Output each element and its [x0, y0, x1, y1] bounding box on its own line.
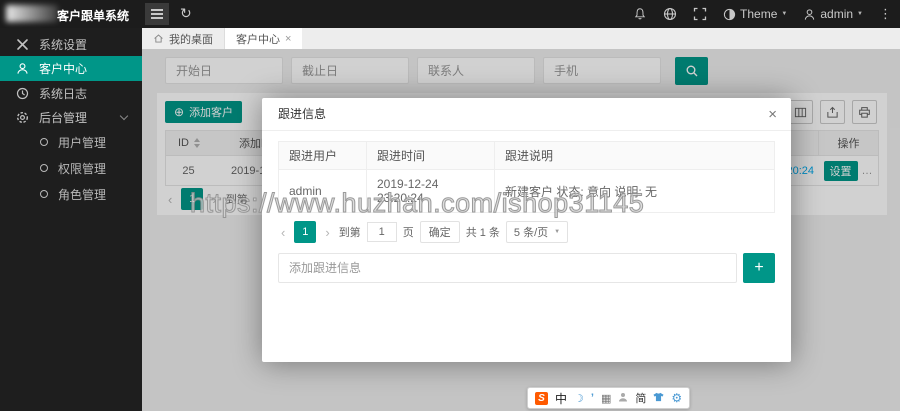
- sidebar: 系统设置 客户中心 系统日志 后台管理 用户管理 权限管理 角色管理: [0, 28, 142, 411]
- cell-user: admin: [278, 169, 367, 213]
- follow-up-modal: 跟进信息 × 跟进用户 跟进时间 跟进说明 admin 2019-12-24 2…: [262, 98, 791, 362]
- confirm-page-button[interactable]: 确定: [419, 221, 460, 243]
- refresh-icon[interactable]: ↻: [180, 5, 192, 22]
- chinese-mode-icon[interactable]: 中: [555, 390, 567, 407]
- goto-label: 到第: [338, 227, 361, 239]
- punctuation-icon[interactable]: ’: [591, 392, 594, 404]
- follow-up-table: 跟进用户 跟进时间 跟进说明 admin 2019-12-24 23:20:24…: [278, 141, 775, 213]
- close-modal-icon[interactable]: ×: [768, 106, 777, 123]
- gear-icon[interactable]: ⚙: [671, 391, 682, 405]
- prev-page-icon[interactable]: ‹: [278, 225, 288, 240]
- page-unit-label: 页: [402, 227, 414, 239]
- modal-pagination: ‹ 1 › 到第 页 确定 共 1 条 5 条/页 ▼: [278, 221, 775, 243]
- person-icon[interactable]: [618, 389, 628, 407]
- follow-up-row: admin 2019-12-24 23:20:24 新建客户 状态: 意向 说明…: [278, 169, 775, 213]
- sidebar-subitem-label: 用户管理: [58, 135, 107, 150]
- sogou-logo-icon[interactable]: S: [535, 391, 548, 405]
- sidebar-item-backend-admin[interactable]: 后台管理: [0, 105, 142, 129]
- sidebar-subitem-label: 角色管理: [58, 187, 107, 202]
- gear-icon: [15, 111, 29, 124]
- cell-time: 2019-12-24 23:20:24: [366, 169, 495, 213]
- top-header: 客户跟单系统 ↻ Theme ▼ admin ▼ ⋮: [0, 0, 900, 28]
- current-page[interactable]: 1: [294, 221, 317, 243]
- tab-label: 我的桌面: [169, 33, 213, 46]
- user-icon: [805, 8, 815, 20]
- home-icon: [154, 34, 163, 43]
- add-follow-up-row: +: [278, 253, 775, 283]
- tab-desktop[interactable]: 我的桌面: [142, 28, 225, 49]
- hamburger-bars: [151, 13, 163, 15]
- modal-title: 跟进信息: [262, 98, 791, 131]
- more-menu-icon[interactable]: ⋮: [879, 6, 892, 22]
- column-header-user: 跟进用户: [278, 141, 367, 170]
- logo-blur: [6, 5, 58, 22]
- sidebar-subitem-user-management[interactable]: 用户管理: [0, 129, 142, 155]
- follow-up-header-row: 跟进用户 跟进时间 跟进说明: [278, 141, 775, 170]
- sidebar-subitem-permission-management[interactable]: 权限管理: [0, 155, 142, 181]
- sidebar-subitem-label: 权限管理: [58, 161, 107, 176]
- sidebar-item-label: 后台管理: [39, 110, 88, 125]
- user-menu[interactable]: admin ▼: [803, 7, 863, 21]
- ime-toolbar: S 中 ☽ ’ ▦ 简 ⚙: [527, 387, 691, 409]
- per-page-value: 5 条/页: [513, 227, 549, 239]
- chevron-down-icon: [119, 111, 129, 121]
- column-header-time: 跟进时间: [366, 141, 495, 170]
- collapse-menu-icon[interactable]: [145, 3, 169, 25]
- keyboard-icon[interactable]: ▦: [601, 392, 611, 405]
- cell-desc: 新建客户 状态: 意向 说明: 无: [494, 169, 775, 213]
- fullscreen-icon[interactable]: [693, 7, 707, 21]
- total-count-label: 共 1 条: [465, 227, 500, 239]
- per-page-select[interactable]: 5 条/页 ▼: [505, 221, 569, 243]
- theme-menu[interactable]: Theme ▼: [723, 7, 787, 21]
- sidebar-item-system-settings[interactable]: 系统设置: [0, 32, 142, 56]
- user-label: admin: [820, 7, 854, 21]
- moon-icon[interactable]: ☽: [574, 392, 584, 405]
- close-tab-icon[interactable]: ×: [285, 33, 291, 45]
- chevron-down-icon: ▼: [781, 11, 788, 17]
- column-header-desc: 跟进说明: [494, 141, 775, 170]
- bell-icon[interactable]: [633, 7, 647, 21]
- tab-customer-center[interactable]: 客户中心 ×: [225, 28, 303, 49]
- globe-icon[interactable]: [663, 7, 677, 21]
- modal-body: 跟进用户 跟进时间 跟进说明 admin 2019-12-24 23:20:24…: [262, 131, 791, 283]
- next-page-icon[interactable]: ›: [322, 225, 332, 240]
- circle-icon: [40, 138, 48, 146]
- goto-page-input[interactable]: [366, 222, 397, 242]
- tab-label: 客户中心: [236, 33, 280, 46]
- tab-bar: 我的桌面 客户中心 ×: [142, 28, 900, 49]
- sidebar-item-label: 客户中心: [39, 62, 88, 76]
- skin-icon[interactable]: [653, 389, 664, 407]
- add-follow-up-input[interactable]: [278, 253, 737, 283]
- header-actions: Theme ▼ admin ▼ ⋮: [633, 0, 892, 28]
- app-title: 客户跟单系统: [57, 9, 130, 23]
- brand: 客户跟单系统: [0, 0, 142, 28]
- sidebar-item-label: 系统日志: [39, 86, 88, 101]
- chevron-down-icon: ▼: [554, 229, 561, 235]
- chevron-down-icon: ▼: [857, 11, 863, 17]
- sidebar-item-label: 系统设置: [39, 37, 88, 52]
- add-follow-up-button[interactable]: +: [743, 253, 775, 283]
- sidebar-item-customer-center[interactable]: 客户中心: [0, 56, 142, 81]
- sidebar-subitem-role-management[interactable]: 角色管理: [0, 181, 142, 207]
- simplified-mode-icon[interactable]: 简: [635, 390, 646, 406]
- clock-icon: [15, 87, 29, 100]
- circle-icon: [40, 190, 48, 198]
- sidebar-item-system-log[interactable]: 系统日志: [0, 81, 142, 105]
- theme-icon: [723, 8, 736, 20]
- app-screen: 客户跟单系统 ↻ Theme ▼ admin ▼ ⋮ 系统设置 客户中心 系统日…: [0, 0, 900, 411]
- theme-label: Theme: [740, 7, 778, 21]
- circle-icon: [40, 164, 48, 172]
- tools-icon: [15, 38, 29, 51]
- person-icon: [15, 62, 29, 75]
